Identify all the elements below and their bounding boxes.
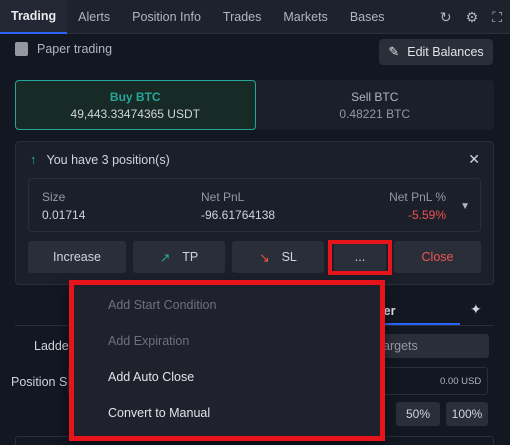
paper-trading-label: Paper trading xyxy=(37,42,113,56)
sell-balance: 0.48221 BTC xyxy=(339,106,411,121)
arrow-up-icon: ↑ xyxy=(30,152,37,167)
sparkle-icon[interactable]: ✦ xyxy=(470,301,482,318)
usd-value: 0.00 USD xyxy=(440,376,482,387)
position-panel: ↑ You have 3 position(s) ✕ Size 0.01714 … xyxy=(15,141,494,285)
pct-50-button[interactable]: 50% xyxy=(396,402,440,426)
menu-highlight xyxy=(69,280,385,441)
position-actions: Increase ↗ TP ↘ SL ... Close xyxy=(28,241,481,273)
pct-100-button[interactable]: 100% xyxy=(446,402,488,426)
paper-trading-row: Paper trading xyxy=(15,42,112,56)
tab-trading[interactable]: Trading xyxy=(0,0,68,34)
more-button-highlight xyxy=(328,240,392,275)
net-pnl-pct-value: -5.59% xyxy=(407,208,446,222)
increase-button[interactable]: Increase xyxy=(28,241,126,273)
expand-icon[interactable]: ⛶ xyxy=(492,10,502,24)
tp-label: TP xyxy=(182,250,199,264)
edit-balances-button[interactable]: ✎ Edit Balances xyxy=(379,39,493,65)
ladder-label: Ladde xyxy=(34,339,69,353)
net-pnl-value: -96.61764138 xyxy=(201,208,276,222)
arrow-up-right-icon: ↗ xyxy=(159,250,171,265)
close-position-button[interactable]: Close xyxy=(394,241,481,273)
sl-label: SL xyxy=(281,250,297,264)
tab-position-info[interactable]: Position Info xyxy=(121,0,212,34)
buy-button[interactable]: Buy BTC 49,443.33474365 USDT xyxy=(15,80,256,130)
edit-balances-label: Edit Balances xyxy=(407,45,484,59)
tab-alerts[interactable]: Alerts xyxy=(67,0,121,34)
arrow-down-right-icon: ↘ xyxy=(259,250,270,265)
buy-sell-toggle: Buy BTC 49,443.33474365 USDT Sell BTC 0.… xyxy=(15,80,494,130)
tab-bases[interactable]: Bases xyxy=(339,0,396,34)
tab-trades[interactable]: Trades xyxy=(212,0,272,34)
net-pnl-label: Net PnL xyxy=(201,190,245,204)
refresh-icon[interactable]: ↻ xyxy=(440,10,452,24)
position-count: You have 3 position(s) xyxy=(46,152,170,167)
sell-title: Sell BTC xyxy=(351,89,399,104)
paper-icon xyxy=(15,42,28,56)
sell-button[interactable]: Sell BTC 0.48221 BTC xyxy=(256,80,495,130)
tab-bar: Trading Alerts Position Info Trades Mark… xyxy=(0,0,510,34)
tab-underline xyxy=(376,323,460,325)
position-size-label: Position Si xyxy=(11,375,71,389)
gear-icon[interactable]: ⚙ xyxy=(466,10,479,24)
net-pnl-pct-label: Net PnL % xyxy=(389,190,446,204)
close-icon[interactable]: ✕ xyxy=(468,151,480,168)
stat-size: Size 0.01714 xyxy=(42,190,85,222)
stat-net-pnl: Net PnL -96.61764138 xyxy=(201,190,275,222)
stat-net-pnl-pct: Net PnL % -5.59% xyxy=(389,190,446,222)
buy-title: Buy BTC xyxy=(109,89,161,104)
buy-balance: 49,443.33474365 USDT xyxy=(70,106,200,121)
chevron-down-icon[interactable]: ▼ xyxy=(460,201,470,212)
tab-icons: ↻ ⚙ ⛶ xyxy=(440,0,502,34)
targets-label: argets xyxy=(383,339,418,353)
pencil-icon: ✎ xyxy=(388,44,400,59)
size-value: 0.01714 xyxy=(42,208,86,222)
sl-button[interactable]: ↘ SL xyxy=(232,241,324,273)
tp-button[interactable]: ↗ TP xyxy=(133,241,225,273)
position-header: ↑ You have 3 position(s) xyxy=(30,152,170,167)
size-label: Size xyxy=(42,190,66,204)
position-stats[interactable]: Size 0.01714 Net PnL -96.61764138 Net Pn… xyxy=(28,178,481,232)
tab-markets[interactable]: Markets xyxy=(272,0,338,34)
